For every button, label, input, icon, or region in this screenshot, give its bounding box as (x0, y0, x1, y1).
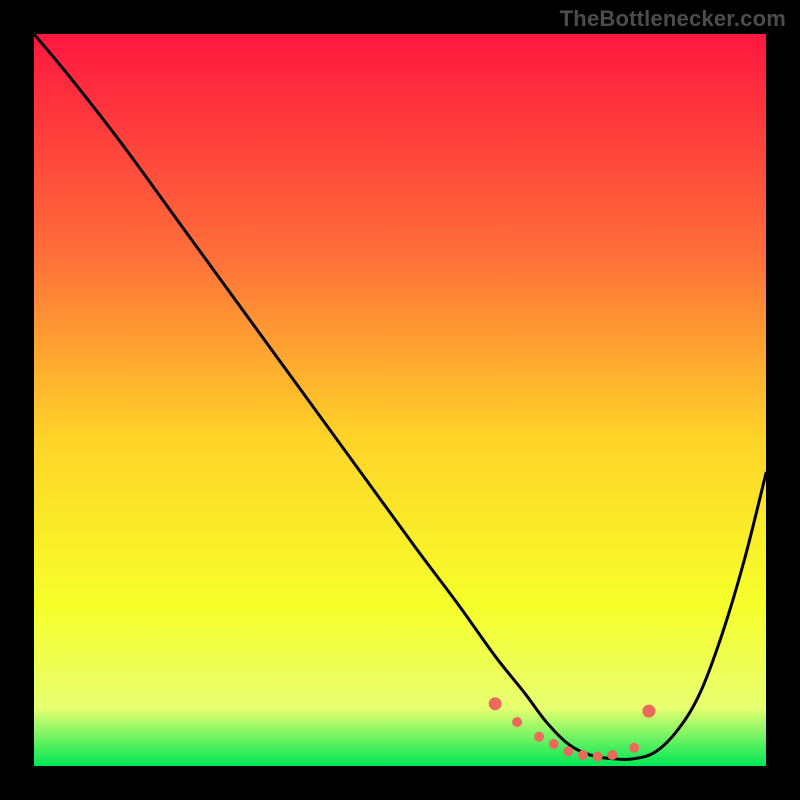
highlight-marker (608, 751, 617, 760)
highlight-marker (643, 705, 655, 717)
highlight-marker (630, 743, 639, 752)
highlight-marker (593, 752, 602, 761)
highlight-marker (535, 732, 544, 741)
highlight-marker (564, 747, 573, 756)
plot-area (34, 34, 766, 766)
highlight-marker (549, 740, 558, 749)
chart-frame: TheBottlenecker.com (0, 0, 800, 800)
bottleneck-chart (34, 34, 766, 766)
highlight-marker (489, 698, 501, 710)
gradient-background (34, 34, 766, 766)
highlight-marker (513, 718, 522, 727)
attribution-label: TheBottlenecker.com (560, 6, 786, 32)
highlight-marker (579, 751, 588, 760)
